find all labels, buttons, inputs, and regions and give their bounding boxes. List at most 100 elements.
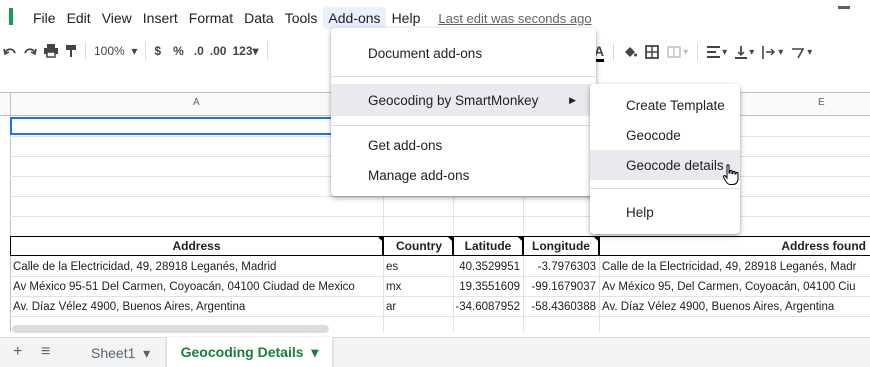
table-cell[interactable]: es [383, 257, 453, 277]
toolbar-divider [145, 42, 147, 60]
decrease-decimal-button[interactable]: .0 [191, 40, 207, 62]
submenu-item-create-template[interactable]: Create Template [590, 90, 740, 120]
sheet-tab-geocoding-details[interactable]: Geocoding Details ▾ [167, 337, 332, 367]
borders-icon[interactable] [641, 41, 663, 63]
menu-divider [331, 125, 596, 126]
all-sheets-icon[interactable]: ≡ [41, 343, 50, 361]
table-cell[interactable]: Av México 95-51 Del Carmen, Coyoacán, 04… [10, 277, 383, 297]
zoom-select[interactable]: 100% ▾ [91, 40, 140, 62]
table-cell[interactable]: 40.3529951 [453, 257, 523, 277]
table-cell[interactable]: mx [383, 277, 453, 297]
chevron-down-icon: ▾ [311, 343, 319, 360]
chevron-down-icon: ▾ [143, 345, 151, 361]
submenu-item-geocode-details[interactable]: Geocode details [590, 150, 740, 180]
selected-cell-a1[interactable] [10, 117, 383, 135]
menu-format[interactable]: Format [184, 7, 238, 29]
header-address-found-label: Address found [781, 239, 866, 253]
vertical-align-icon[interactable]: ▾ [731, 41, 758, 63]
header-address-found[interactable]: Address found [599, 236, 870, 256]
horizontal-align-icon[interactable]: ▾ [703, 41, 731, 63]
chevron-down-icon: ▾ [131, 44, 138, 58]
chevron-down-icon: ▾ [722, 46, 728, 58]
chevron-down-icon: ▾ [749, 46, 755, 58]
menu-divider [331, 76, 596, 77]
chevron-down-icon: ▾ [683, 46, 689, 58]
menu-tools[interactable]: Tools [280, 7, 323, 29]
sheets-logo-icon[interactable] [9, 8, 13, 25]
header-longitude[interactable]: Longitude [523, 236, 599, 256]
column-header-a[interactable]: A [193, 97, 200, 108]
hand-pointer-cursor-icon [722, 164, 740, 186]
table-cell[interactable]: Av. Díaz Vélez 4900, Buenos Aires, Argen… [599, 297, 870, 317]
percent-format-button[interactable]: % [170, 40, 187, 62]
menu-data[interactable]: Data [239, 7, 279, 29]
merge-cells-icon[interactable]: ▾ [663, 41, 692, 63]
menu-item-geocoding-smartmonkey[interactable]: Geocoding by SmartMonkey ▶ [331, 84, 596, 116]
header-country[interactable]: Country [383, 236, 453, 256]
header-address-label: Address [172, 239, 221, 253]
header-country-label: Country [396, 239, 442, 253]
fill-color-icon[interactable] [619, 41, 641, 63]
menu-edit[interactable]: Edit [62, 7, 96, 29]
toolbar-divider [697, 43, 699, 61]
table-cell[interactable]: -34.6087952 [453, 297, 523, 317]
menu-divider [590, 188, 740, 189]
menu-view[interactable]: View [97, 7, 137, 29]
table-cell[interactable]: Calle de la Electricidad, 49, 28918 Lega… [10, 257, 383, 277]
menu-item-label: Geocoding by SmartMonkey [368, 92, 539, 108]
geocoding-submenu: Create Template Geocode Geocode details … [590, 84, 740, 234]
zoom-value: 100% [94, 44, 125, 58]
grid-row-line [10, 196, 870, 197]
table-cell[interactable]: Av México 95, Del Carmen, Coyoacán, 0410… [599, 277, 870, 297]
table-cell[interactable]: ar [383, 297, 453, 317]
last-edit-link[interactable]: Last edit was seconds ago [438, 11, 591, 26]
chevron-down-icon: ▾ [778, 46, 784, 58]
sheet-tab-sheet1[interactable]: Sheet1 ▾ [91, 345, 150, 362]
header-address[interactable]: Address [10, 236, 383, 256]
addons-menu: Document add-ons Geocoding by SmartMonke… [331, 28, 596, 196]
submenu-item-help[interactable]: Help [590, 197, 740, 227]
menu-item-document-addons[interactable]: Document add-ons [331, 38, 596, 68]
text-wrapping-icon[interactable]: ▾ [758, 41, 787, 63]
table-cell[interactable]: -58.4360388 [523, 297, 599, 317]
menu-insert[interactable]: Insert [138, 7, 183, 29]
header-longitude-label: Longitude [532, 239, 590, 253]
currency-format-button[interactable]: $ [151, 40, 164, 62]
undo-icon[interactable] [0, 40, 20, 62]
table-cell[interactable]: -3.7976303 [523, 257, 599, 277]
number-format-label: 123 [232, 44, 253, 58]
print-icon[interactable] [40, 40, 62, 62]
header-latitude[interactable]: Latitude [453, 236, 523, 256]
header-latitude-label: Latitude [464, 239, 512, 253]
menu-help[interactable]: Help [387, 7, 426, 29]
menu-addons[interactable]: Add-ons [323, 7, 386, 29]
grid-row-line [10, 216, 870, 217]
sheet-tab-label: Sheet1 [91, 345, 136, 361]
horizontal-scrollbar[interactable] [12, 325, 329, 333]
text-rotation-icon[interactable]: ▾ [787, 41, 816, 63]
submenu-item-geocode[interactable]: Geocode [590, 120, 740, 150]
chevron-down-icon: ▾ [807, 46, 813, 58]
toolbar-divider [85, 42, 86, 60]
toolbar-divider [266, 42, 268, 60]
paint-format-icon[interactable] [62, 40, 80, 62]
number-format-button[interactable]: 123 ▾ [229, 40, 261, 62]
toolbar-divider [613, 43, 615, 61]
chevron-down-icon: ▾ [252, 44, 259, 58]
menu-item-manage-addons[interactable]: Manage add-ons [331, 160, 596, 190]
increase-decimal-button[interactable]: .00 [207, 40, 230, 62]
table-cell[interactable]: -99.1679037 [523, 277, 599, 297]
submenu-arrow-icon: ▶ [569, 94, 576, 105]
menu-bar: File Edit View Insert Format Data Tools … [28, 6, 592, 30]
table-cell[interactable]: Av. Díaz Vélez 4900, Buenos Aires, Argen… [10, 297, 383, 317]
table-cell[interactable]: Calle de la Electricidad, 49, 28918 Lega… [599, 257, 870, 277]
menu-item-get-addons[interactable]: Get add-ons [331, 130, 596, 160]
comment-history-icon[interactable] [838, 6, 850, 9]
table-cell[interactable]: 19.3551609 [453, 277, 523, 297]
menu-file[interactable]: File [28, 7, 61, 29]
sheet-tab-label: Geocoding Details [180, 344, 304, 360]
redo-icon[interactable] [20, 40, 40, 62]
toolbar-right: A ▾ ▾ ▾ ▾ ▾ [590, 40, 816, 64]
column-header-e[interactable]: E [818, 97, 825, 108]
add-sheet-icon[interactable]: + [13, 343, 22, 361]
